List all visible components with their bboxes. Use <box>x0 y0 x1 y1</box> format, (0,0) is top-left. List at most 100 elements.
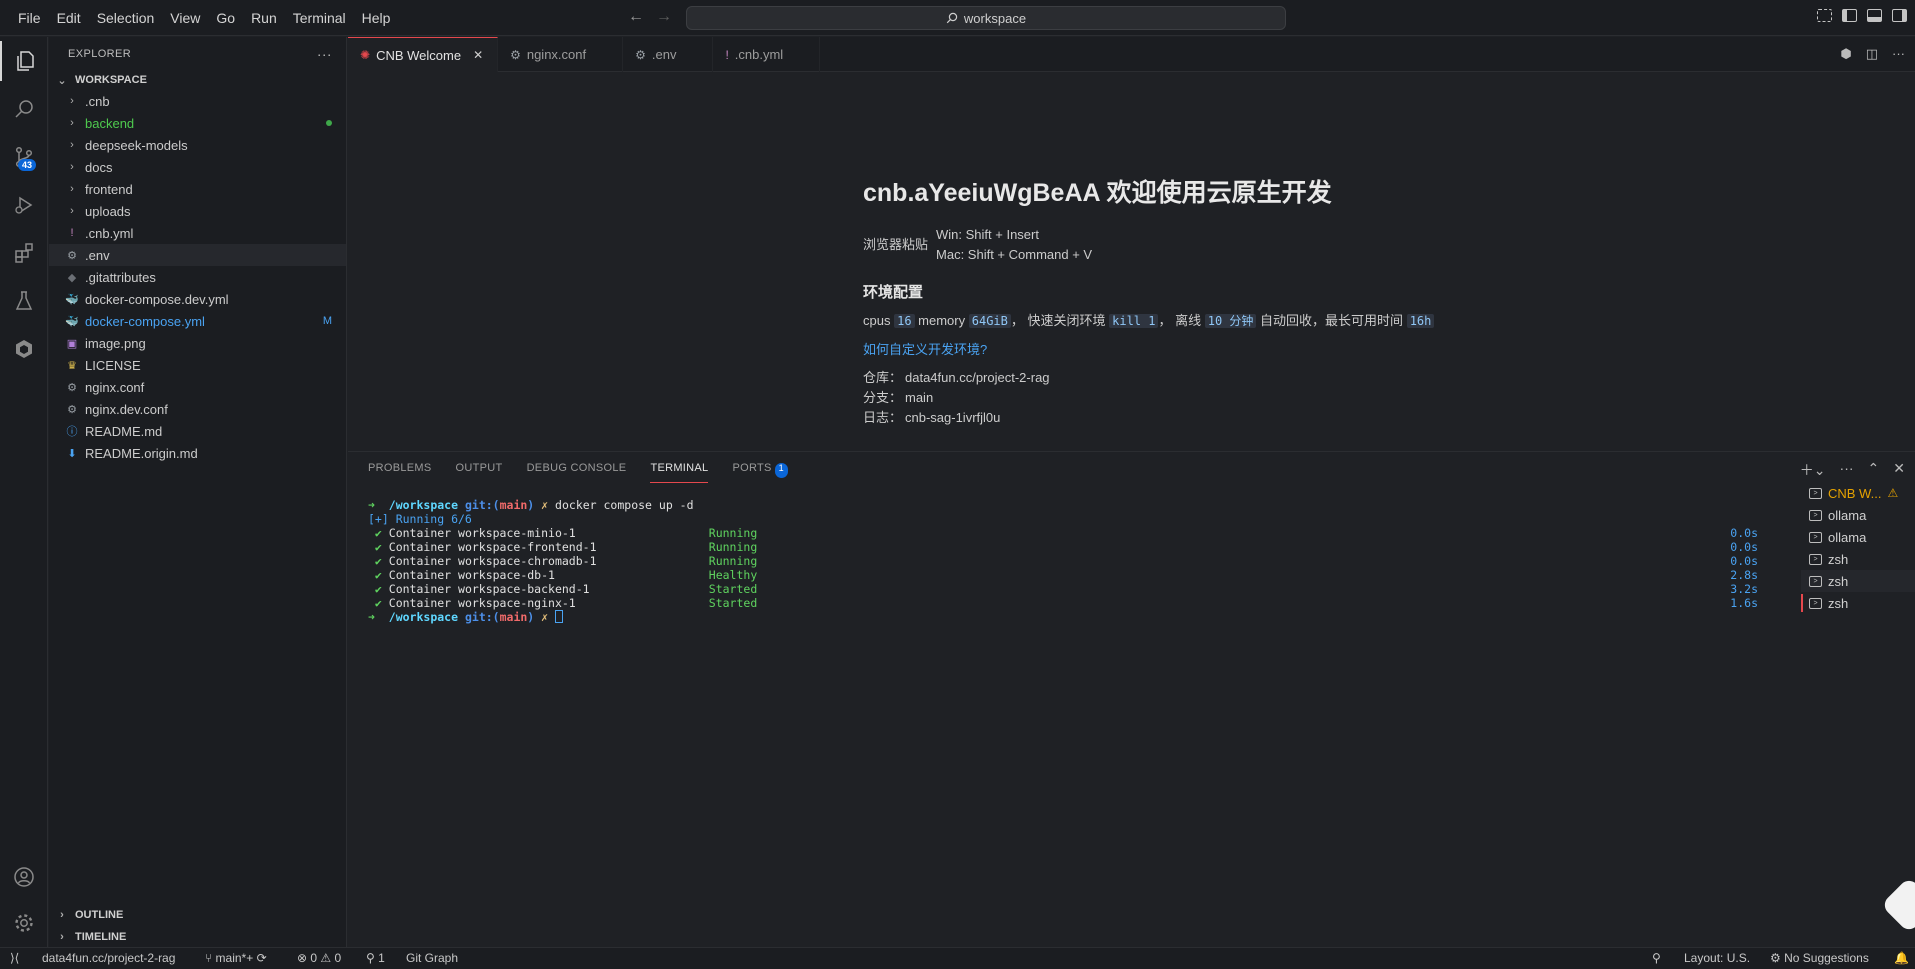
status-layout[interactable]: Layout: U.S. <box>1684 951 1750 965</box>
terminal-instance[interactable]: > ollama <box>1801 526 1915 548</box>
toggle-secondary-sidebar-icon[interactable] <box>1892 9 1907 22</box>
editor-tab[interactable]: ! .cnb.yml ✕ <box>713 37 821 72</box>
source-control-activity[interactable]: 43 <box>0 137 48 177</box>
tree-item-label: frontend <box>85 181 133 197</box>
tree-file[interactable]: ▣ image.png <box>49 332 346 354</box>
more-actions-icon[interactable]: ··· <box>317 46 332 62</box>
new-terminal-icon[interactable]: ＋⌄ <box>1800 460 1826 480</box>
status-branch[interactable]: ⑂ main*+ ⟳ <box>205 951 267 965</box>
back-arrow-icon[interactable]: ← <box>628 8 644 26</box>
tree-file[interactable]: ⓘ README.md <box>49 420 346 442</box>
tab-debug-console[interactable]: DEBUG CONSOLE <box>527 462 627 483</box>
terminal-instance[interactable]: > ollama <box>1801 504 1915 526</box>
extensions-activity[interactable] <box>0 233 48 273</box>
tree-file[interactable]: ⚙ nginx.dev.conf <box>49 398 346 420</box>
tree-folder[interactable]: › uploads <box>49 200 346 222</box>
search-activity[interactable] <box>0 89 48 129</box>
menu-go[interactable]: Go <box>208 0 243 36</box>
workspace-section-header[interactable]: ⌄ WORKSPACE <box>49 70 346 90</box>
notifications-icon[interactable]: 🔔 <box>1894 951 1909 965</box>
editor-tab[interactable]: ⚙ nginx.conf ✕ <box>498 37 624 72</box>
terminal-instance[interactable]: > zsh <box>1801 592 1915 614</box>
tree-folder[interactable]: › frontend <box>49 178 346 200</box>
tree-file[interactable]: ◆ .gitattributes <box>49 266 346 288</box>
tree-folder[interactable]: › backend <box>49 112 346 134</box>
tree-folder[interactable]: › deepseek-models <box>49 134 346 156</box>
maximize-panel-icon[interactable]: ⌃ <box>1868 460 1880 480</box>
remote-icon[interactable]: ⟩⟨ <box>10 951 19 965</box>
close-panel-icon[interactable]: ✕ <box>1893 460 1905 480</box>
menu-view[interactable]: View <box>162 0 208 36</box>
editor-tab[interactable]: ✺ CNB Welcome ✕ <box>348 37 499 72</box>
accounts-activity[interactable] <box>0 857 48 897</box>
menu-edit[interactable]: Edit <box>49 0 89 36</box>
status-git-graph[interactable]: Git Graph <box>406 951 458 965</box>
tab-file-icon: ⚙ <box>635 47 646 62</box>
tab-output[interactable]: OUTPUT <box>456 462 503 483</box>
menu-help[interactable]: Help <box>354 0 399 36</box>
tab-terminal[interactable]: TERMINAL <box>650 462 709 483</box>
menu-run[interactable]: Run <box>243 0 285 36</box>
terminal-instance[interactable]: > CNB W... ⚠ <box>1801 482 1915 504</box>
terminal-instance[interactable]: > zsh <box>1801 570 1915 592</box>
cnb-activity[interactable] <box>0 329 48 369</box>
explorer-activity[interactable] <box>0 41 48 81</box>
run-debug-activity[interactable] <box>0 185 48 225</box>
status-antenna-icon[interactable]: ⚲ <box>1652 951 1661 965</box>
close-icon[interactable]: ✕ <box>473 48 485 62</box>
outline-section[interactable]: › OUTLINE <box>49 904 347 926</box>
tree-file[interactable]: ⚙ nginx.conf <box>49 376 346 398</box>
chevron-right-icon: › <box>60 931 64 943</box>
git-branch: main <box>499 498 528 512</box>
tree-file[interactable]: 🐳 docker-compose.dev.yml <box>49 288 346 310</box>
terminal-output[interactable]: ➜ /workspace git:(main) ✗ docker compose… <box>368 498 1758 624</box>
tree-item-label: nginx.dev.conf <box>85 401 168 417</box>
menu-terminal[interactable]: Terminal <box>285 0 354 36</box>
more-actions-icon[interactable]: ··· <box>1840 460 1854 480</box>
close-icon[interactable]: ✕ <box>688 48 700 62</box>
tree-file[interactable]: ! .cnb.yml <box>49 222 346 244</box>
timeline-section[interactable]: › TIMELINE <box>49 926 347 948</box>
status-repo[interactable]: data4fun.cc/project-2-rag <box>42 951 175 965</box>
tree-file[interactable]: ⬇ README.origin.md <box>49 442 346 464</box>
cnb-cube-icon[interactable]: ⬢ <box>1840 46 1851 62</box>
toggle-sidebar-icon[interactable] <box>1842 9 1857 22</box>
testing-activity[interactable] <box>0 281 48 321</box>
workspace-title: WORKSPACE <box>75 74 147 86</box>
tree-file[interactable]: 🐳 docker-compose.yml M <box>49 310 346 332</box>
menu-selection[interactable]: Selection <box>89 0 163 36</box>
tree-file[interactable]: ♛ LICENSE <box>49 354 346 376</box>
status-ports[interactable]: ⚲ 1 <box>366 951 385 965</box>
tab-problems[interactable]: PROBLEMS <box>368 462 432 483</box>
tree-folder[interactable]: › .cnb <box>49 90 346 112</box>
menu-file[interactable]: File <box>10 0 49 36</box>
customize-layout-icon[interactable] <box>1817 9 1832 22</box>
tab-ports[interactable]: PORTS 1 <box>732 462 788 483</box>
manage-activity[interactable] <box>0 903 48 943</box>
bottom-panel: PROBLEMS OUTPUT DEBUG CONSOLE TERMINAL P… <box>348 451 1915 947</box>
customize-env-link[interactable]: 如何自定义开发环境? <box>863 339 1434 358</box>
container-line: ✔ Container workspace-frontend-1 Running 0… <box>368 540 1758 554</box>
recycle-label: 自动回收，最长可用时间 <box>1260 313 1404 328</box>
tree-item-label: backend <box>85 115 135 131</box>
toggle-panel-icon[interactable] <box>1867 9 1882 22</box>
terminal-instance-label: CNB W... <box>1828 485 1882 501</box>
tree-folder[interactable]: › docs <box>49 156 346 178</box>
container-name: Container workspace-chromadb-1 <box>388 554 597 568</box>
command-center-search[interactable]: workspace <box>686 6 1286 30</box>
git-label: git:( <box>464 610 500 624</box>
file-type-icon: 🐳 <box>65 293 79 306</box>
status-problems[interactable]: ⊗ 0 ⚠ 0 <box>297 951 341 965</box>
split-editor-icon[interactable]: ◫ <box>1866 46 1878 62</box>
close-icon[interactable]: ✕ <box>598 48 610 62</box>
more-actions-icon[interactable]: ··· <box>1892 46 1905 62</box>
dirty-mark: ✗ <box>541 610 549 624</box>
forward-arrow-icon[interactable]: → <box>656 8 672 26</box>
editor-tab[interactable]: ⚙ .env ✕ <box>623 37 714 72</box>
close-icon[interactable]: ✕ <box>795 48 807 62</box>
file-type-icon: ! <box>70 227 74 239</box>
tree-file[interactable]: ⚙ .env <box>49 244 346 266</box>
editor-tabs: ✺ CNB Welcome ✕ ⚙ nginx.conf ✕ ⚙ .env ✕! .cnb.yml… <box>348 37 1915 72</box>
status-suggestions[interactable]: ⚙ No Suggestions <box>1770 951 1869 965</box>
terminal-instance[interactable]: > zsh <box>1801 548 1915 570</box>
